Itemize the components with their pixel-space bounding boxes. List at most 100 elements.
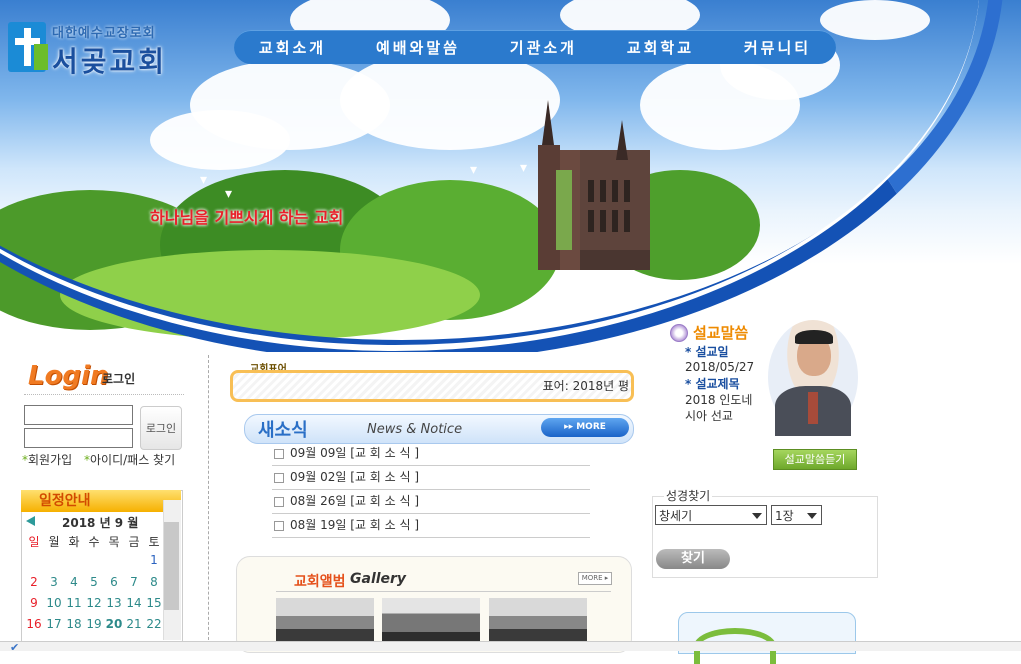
- news-list-item[interactable]: 09월 02일 [교 회 소 식 ]: [272, 466, 590, 490]
- calendar-day[interactable]: 19: [84, 617, 104, 631]
- sermon-date: 2018/05/27: [685, 360, 755, 374]
- calendar-day[interactable]: 21: [124, 617, 144, 631]
- calendar-week-3: 9 10 11 12 13 14 15: [24, 596, 164, 610]
- bullet-icon: [274, 520, 284, 531]
- pastor-photo-hair: [795, 330, 833, 344]
- sermon-subject-label: * 설교제목: [685, 377, 740, 391]
- news-title-text[interactable]: [교 회 소 식 ]: [350, 518, 419, 532]
- signup-link-label: 회원가입: [28, 453, 73, 467]
- calendar-day[interactable]: [24, 553, 44, 567]
- weekday-tue: 화: [68, 535, 80, 549]
- calendar-week-4: 16 17 18 19 20 21 22: [24, 617, 164, 631]
- calendar-day[interactable]: 9: [24, 596, 44, 610]
- bullet-icon: [274, 472, 284, 483]
- calendar-day[interactable]: 18: [64, 617, 84, 631]
- news-title-text[interactable]: [교 회 소 식 ]: [350, 494, 419, 508]
- calendar-prev-icon[interactable]: [26, 516, 35, 526]
- calendar-day[interactable]: 5: [84, 575, 104, 589]
- bible-chapter-value: 1장: [775, 509, 794, 523]
- news-title-text[interactable]: [교 회 소 식 ]: [350, 470, 419, 484]
- calendar-day-today[interactable]: 20: [104, 617, 124, 631]
- calendar-day[interactable]: 6: [104, 575, 124, 589]
- calendar-day[interactable]: 12: [84, 596, 104, 610]
- calendar-day[interactable]: 2: [24, 575, 44, 589]
- chevron-down-icon: [807, 513, 817, 519]
- find-id-link-label: 아이디/패스 찾기: [90, 453, 176, 467]
- logo-accent: [34, 44, 48, 70]
- calendar-day[interactable]: 11: [64, 596, 84, 610]
- weekday-sat: 토: [148, 535, 160, 549]
- weekday-fri: 금: [128, 535, 140, 549]
- logo-subtitle: 대한예수교장로회: [52, 26, 156, 41]
- calendar-day[interactable]: 17: [44, 617, 64, 631]
- calendar-day[interactable]: 22: [144, 617, 164, 631]
- calendar-week-2: 2345678: [24, 575, 164, 589]
- bible-chapter-select[interactable]: 1장: [771, 505, 822, 525]
- calendar-day[interactable]: 14: [124, 596, 144, 610]
- calendar-day[interactable]: 10: [44, 596, 64, 610]
- calendar-day[interactable]: 3: [44, 575, 64, 589]
- calendar-day[interactable]: 4: [64, 575, 84, 589]
- calendar-day[interactable]: [64, 553, 84, 567]
- calendar-day[interactable]: [104, 553, 124, 567]
- calendar-weekdays: 일 월 화 수 목 금 토: [24, 533, 164, 550]
- news-title: 새소식: [258, 420, 308, 441]
- calendar-day[interactable]: [124, 553, 144, 567]
- nav-item-about[interactable]: 교회소개: [259, 37, 326, 58]
- calendar-scroll-thumb[interactable]: [164, 522, 179, 610]
- signup-link[interactable]: *회원가입: [22, 451, 72, 468]
- sermon-subject-line: 시아 선교: [685, 409, 733, 423]
- calendar-day[interactable]: [84, 553, 104, 567]
- divider: [276, 591, 611, 592]
- calendar-day[interactable]: 13: [104, 596, 124, 610]
- news-list-item[interactable]: 08월 19일 [교 회 소 식 ]: [272, 514, 590, 538]
- news-list-item[interactable]: 09월 09일 [교 회 소 식 ]: [272, 442, 590, 466]
- gallery-title-en: Gallery: [350, 571, 407, 587]
- nav-item-organizations[interactable]: 기관소개: [510, 37, 577, 58]
- find-id-link[interactable]: *아이디/패스 찾기: [84, 451, 175, 468]
- sermon-subject-line: 2018 인도네: [685, 393, 753, 407]
- news-title-text[interactable]: [교 회 소 식 ]: [350, 446, 419, 460]
- news-date: 08월 19일: [290, 518, 347, 532]
- calendar-day[interactable]: 1: [144, 553, 164, 567]
- bullet-icon: [274, 496, 284, 507]
- main-nav: 교회소개 예배와말씀 기관소개 교회학교 커뮤니티: [234, 30, 836, 64]
- column-divider: [208, 355, 209, 645]
- weekday-mon: 월: [48, 535, 60, 549]
- sermon-title: 설교말씀: [693, 324, 749, 342]
- login-title: Login: [28, 361, 109, 391]
- news-subtitle: News & Notice: [367, 422, 463, 437]
- username-input[interactable]: [24, 405, 133, 425]
- bible-search-label: 성경찾기: [664, 487, 713, 504]
- calendar-week-1: 1: [24, 553, 164, 567]
- calendar-day[interactable]: [44, 553, 64, 567]
- bullet-icon: [274, 448, 284, 459]
- nav-item-worship[interactable]: 예배와말씀: [376, 37, 460, 58]
- weekday-wed: 수: [88, 535, 100, 549]
- news-list-item[interactable]: 08월 26일 [교 회 소 식 ]: [272, 490, 590, 514]
- weekday-thu: 목: [108, 535, 120, 549]
- listen-sermon-button[interactable]: 설교말씀듣기: [773, 449, 857, 470]
- gallery-more-button[interactable]: MORE ▸: [578, 572, 612, 585]
- password-input[interactable]: [24, 428, 133, 448]
- church-building-image: [538, 100, 650, 270]
- checkmark-icon: ✔: [10, 641, 20, 654]
- sermon-bullet-icon: [670, 324, 688, 342]
- nav-item-church-school[interactable]: 교회학교: [627, 37, 694, 58]
- calendar-day[interactable]: 16: [24, 617, 44, 631]
- news-date: 09월 09일: [290, 446, 347, 460]
- logo-name[interactable]: 서곶교회: [52, 40, 167, 80]
- motto-text: 표어: 2018년 평: [542, 379, 629, 393]
- calendar-day[interactable]: 8: [144, 575, 164, 589]
- gallery-title: 교회앨범: [294, 574, 346, 590]
- news-more-button[interactable]: ▸▸ MORE: [541, 418, 629, 437]
- bible-book-value: 창세기: [659, 509, 693, 523]
- calendar-day[interactable]: 15: [144, 596, 164, 610]
- news-date: 09월 02일: [290, 470, 347, 484]
- pastor-photo-tie: [808, 392, 818, 424]
- calendar-day[interactable]: 7: [124, 575, 144, 589]
- login-button[interactable]: 로그인: [140, 406, 182, 450]
- bible-search-button[interactable]: 찾기: [656, 549, 730, 569]
- bible-book-select[interactable]: 창세기: [655, 505, 767, 525]
- nav-item-community[interactable]: 커뮤니티: [744, 37, 811, 58]
